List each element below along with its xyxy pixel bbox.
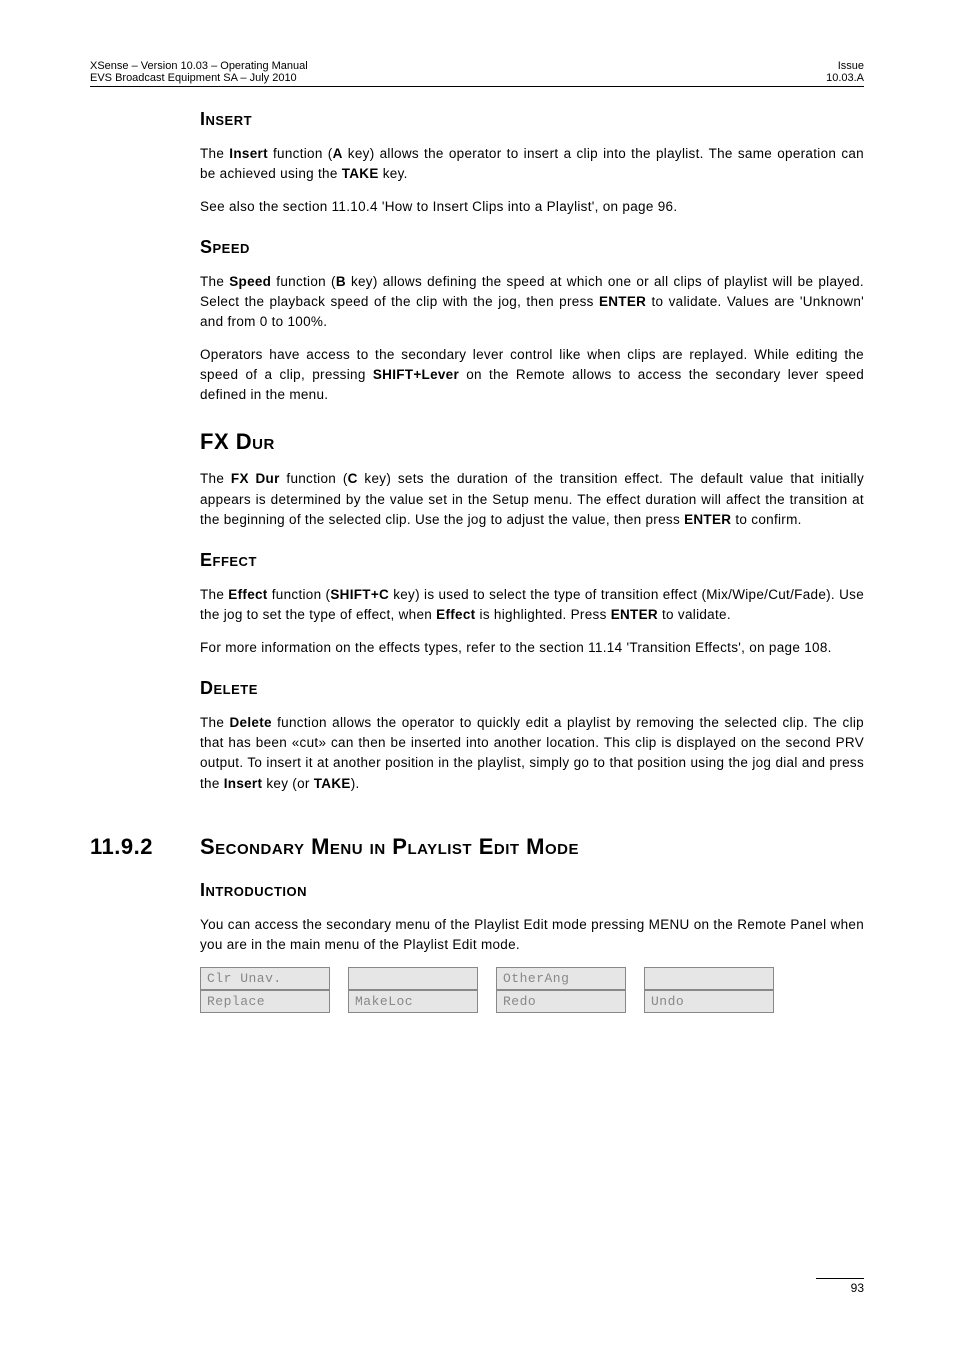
remote-menu-grid: Clr Unav. OtherAng Replace MakeLoc Redo … — [200, 967, 864, 1013]
para-effect-1: The Effect function (SHIFT+C key) is use… — [200, 585, 864, 626]
para-fxdur-1: The FX Dur function (C key) sets the dur… — [200, 469, 864, 530]
para-insert-2: See also the section 11.10.4 'How to Ins… — [200, 197, 864, 217]
menu-empty-2 — [644, 967, 774, 990]
menu-redo: Redo — [496, 990, 626, 1013]
section-secondary-menu: 11.9.2 Secondary Menu in Playlist Edit M… — [90, 834, 864, 860]
header-issue-label: Issue — [826, 60, 864, 72]
section-number: 11.9.2 — [90, 834, 200, 860]
para-effect-2: For more information on the effects type… — [200, 638, 864, 658]
heading-delete: Delete — [200, 678, 864, 699]
page-footer: 93 — [816, 1278, 864, 1295]
heading-insert: Insert — [200, 109, 864, 130]
para-speed-2: Operators have access to the secondary l… — [200, 345, 864, 406]
para-intro-1: You can access the secondary menu of the… — [200, 915, 864, 956]
menu-empty-1 — [348, 967, 478, 990]
heading-speed: Speed — [200, 237, 864, 258]
heading-introduction: Introduction — [200, 880, 864, 901]
menu-undo: Undo — [644, 990, 774, 1013]
heading-effect: Effect — [200, 550, 864, 571]
menu-otherang: OtherAng — [496, 967, 626, 990]
para-delete-1: The Delete function allows the operator … — [200, 713, 864, 794]
page-number: 93 — [816, 1281, 864, 1295]
header-company: EVS Broadcast Equipment SA – July 2010 — [90, 72, 308, 84]
header-issue-number: 10.03.A — [826, 72, 864, 84]
heading-fxdur: FX Dur — [200, 429, 864, 455]
para-speed-1: The Speed function (B key) allows defini… — [200, 272, 864, 333]
menu-clr-unav: Clr Unav. — [200, 967, 330, 990]
section-title: Secondary Menu in Playlist Edit Mode — [200, 834, 579, 860]
header-title: XSense – Version 10.03 – Operating Manua… — [90, 60, 308, 72]
menu-makeloc: MakeLoc — [348, 990, 478, 1013]
page-header: XSense – Version 10.03 – Operating Manua… — [90, 60, 864, 87]
menu-replace: Replace — [200, 990, 330, 1013]
para-insert-1: The Insert function (A key) allows the o… — [200, 144, 864, 185]
